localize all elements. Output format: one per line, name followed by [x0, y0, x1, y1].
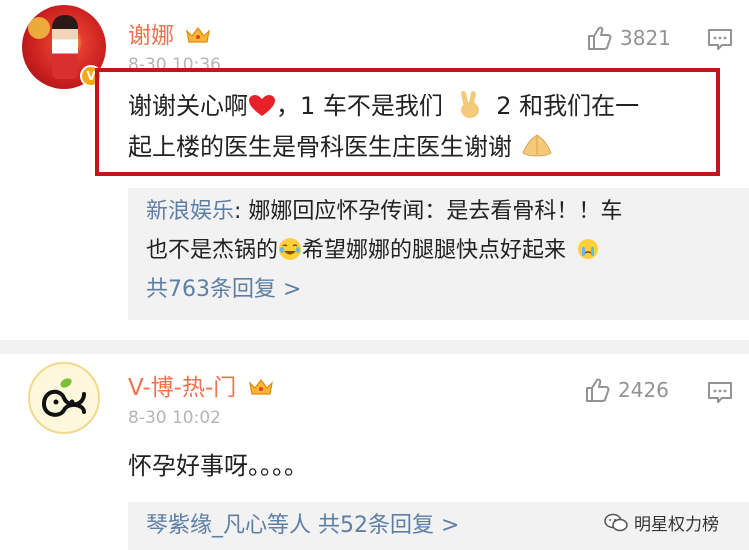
comment-time: 8-30 10:02 — [128, 408, 221, 428]
username[interactable]: V-博-热-门 — [128, 368, 274, 402]
divider — [0, 340, 749, 354]
crying-emoji — [578, 239, 599, 259]
crown-icon — [248, 379, 273, 395]
thumbs-up-icon — [586, 378, 610, 402]
username[interactable]: 谢娜 — [128, 16, 211, 50]
view-replies-link[interactable]: 琴紫缘_凡心等人 共52条回复 > — [146, 506, 459, 545]
like-button[interactable]: 2426 — [584, 376, 669, 404]
reply-author[interactable]: 新浪娱乐 — [146, 199, 234, 224]
watermark: 明星权力榜 — [604, 510, 719, 535]
like-button[interactable]: 3821 — [586, 24, 671, 52]
comment-icon[interactable] — [707, 381, 733, 405]
comment-body: 怀孕好事呀。。。。 — [128, 452, 308, 480]
like-count: 2426 — [618, 378, 669, 402]
highlight-box — [95, 68, 720, 176]
thumbs-up-icon — [588, 26, 612, 50]
comment-icon[interactable] — [707, 28, 733, 52]
reply-line2: 也不是杰锅的 希望娜娜的腿腿快点好起来 — [146, 231, 599, 270]
laugh-cry-emoji — [279, 238, 302, 260]
crown-icon — [186, 27, 211, 43]
like-count: 3821 — [620, 26, 671, 50]
wechat-icon — [604, 513, 628, 531]
reply-line1: 新浪娱乐: 娜娜回应怀孕传闻：是去看骨科！！车 — [146, 199, 623, 224]
view-replies-link[interactable]: 共763条回复 > — [146, 270, 301, 309]
avatar[interactable] — [28, 362, 100, 434]
